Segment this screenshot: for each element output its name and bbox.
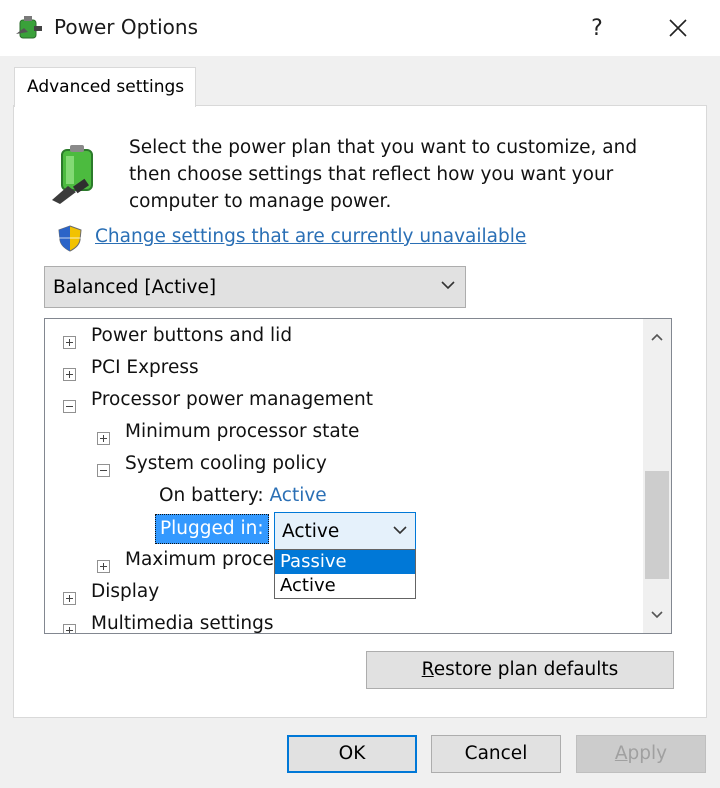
- expand-icon[interactable]: [97, 560, 110, 573]
- collapse-icon[interactable]: [63, 400, 76, 413]
- plugged-in-select-value: Active: [282, 521, 340, 542]
- chevron-down-icon: [651, 611, 663, 619]
- collapse-icon[interactable]: [97, 464, 110, 477]
- cancel-button[interactable]: Cancel: [431, 735, 561, 773]
- power-options-icon: [16, 16, 42, 39]
- option-active[interactable]: Active: [275, 574, 415, 598]
- on-battery-value[interactable]: Active: [269, 485, 326, 506]
- apply-label: pply: [627, 743, 668, 764]
- restore-plan-defaults-button[interactable]: Restore plan defaults: [366, 651, 674, 689]
- plugged-in-select[interactable]: Active: [274, 512, 416, 550]
- tree-scrollbar[interactable]: [643, 319, 671, 633]
- chevron-down-icon: [441, 281, 455, 290]
- apply-accelerator: A: [614, 743, 628, 764]
- expand-icon[interactable]: [97, 432, 110, 445]
- expand-icon[interactable]: [63, 592, 76, 605]
- expand-icon[interactable]: [63, 368, 76, 381]
- tree-item-power-buttons[interactable]: Power buttons and lid: [91, 325, 292, 346]
- apply-button[interactable]: Apply: [576, 735, 706, 773]
- option-passive[interactable]: Passive: [275, 550, 415, 574]
- close-icon: [669, 19, 687, 37]
- uac-shield-icon: [58, 225, 82, 252]
- tree-item-processor-power[interactable]: Processor power management: [91, 389, 373, 410]
- expand-icon[interactable]: [63, 336, 76, 349]
- scroll-thumb[interactable]: [645, 471, 669, 579]
- on-battery-setting[interactable]: On battery: Active: [159, 485, 327, 506]
- change-settings-link[interactable]: Change settings that are currently unava…: [95, 226, 526, 247]
- tree-item-min-processor-state[interactable]: Minimum processor state: [125, 421, 359, 442]
- panel-description: Select the power plan that you want to c…: [129, 137, 638, 212]
- power-plan-select-value: Balanced [Active]: [53, 277, 217, 298]
- ok-button[interactable]: OK: [287, 735, 417, 773]
- restore-label: estore plan defaults: [433, 659, 619, 680]
- on-battery-label: On battery:: [159, 485, 264, 506]
- plugged-in-label[interactable]: Plugged in:: [155, 514, 269, 544]
- window-title: Power Options: [54, 15, 198, 39]
- scroll-down-button[interactable]: [643, 597, 671, 633]
- tree-item-multimedia[interactable]: Multimedia settings: [91, 613, 274, 633]
- expand-icon[interactable]: [63, 624, 76, 633]
- tree-item-pci-express[interactable]: PCI Express: [91, 357, 199, 378]
- scroll-up-button[interactable]: [643, 319, 671, 355]
- tree-item-max-processor-state[interactable]: Maximum proce: [125, 549, 274, 570]
- tab-advanced-settings[interactable]: Advanced settings: [14, 67, 196, 107]
- chevron-up-icon: [651, 333, 663, 341]
- tree-item-cooling-policy[interactable]: System cooling policy: [125, 453, 327, 474]
- battery-plug-icon: [52, 145, 93, 204]
- restore-accelerator: R: [421, 659, 434, 680]
- power-plan-select[interactable]: Balanced [Active]: [44, 266, 466, 308]
- tree-item-display[interactable]: Display: [91, 581, 159, 602]
- chevron-down-icon: [393, 526, 407, 535]
- title-bar: Power Options ?: [0, 0, 720, 56]
- plugged-in-options: Passive Active: [274, 549, 416, 599]
- help-button[interactable]: ?: [568, 0, 626, 56]
- close-button[interactable]: [650, 0, 706, 56]
